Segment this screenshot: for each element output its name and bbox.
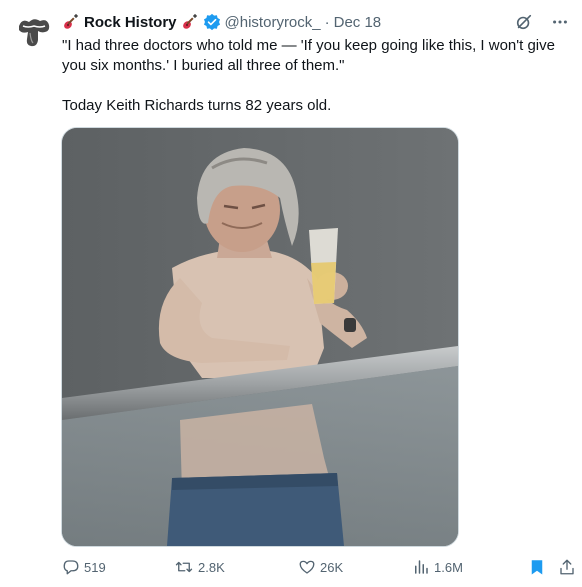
repost-icon bbox=[174, 558, 194, 576]
share-icon bbox=[558, 558, 576, 576]
reply-count: 519 bbox=[84, 559, 106, 575]
avatar[interactable] bbox=[14, 12, 54, 52]
views-icon bbox=[412, 558, 430, 576]
like-button[interactable]: 26K bbox=[298, 558, 343, 576]
author-name[interactable]: Rock History bbox=[84, 14, 177, 31]
bookmark-button[interactable] bbox=[528, 558, 546, 576]
photo-keith-richards bbox=[62, 128, 458, 546]
tweet-text: "I had three doctors who told me — 'If y… bbox=[62, 36, 570, 116]
tweet-header: Rock History @historyrock_ · Dec 18 bbox=[62, 12, 381, 32]
rolling-stones-tongue-logo bbox=[19, 19, 50, 47]
top-right-actions bbox=[514, 12, 570, 32]
tweet[interactable]: Rock History @historyrock_ · Dec 18 "I h… bbox=[0, 0, 582, 587]
tweet-caption: Today Keith Richards turns 82 years old. bbox=[62, 97, 332, 114]
views-button[interactable]: 1.6M bbox=[412, 558, 463, 576]
views-count: 1.6M bbox=[434, 559, 463, 575]
reply-button[interactable]: 519 bbox=[62, 558, 106, 576]
author-handle[interactable]: @historyrock_ bbox=[225, 14, 321, 31]
like-icon bbox=[298, 558, 316, 576]
verified-badge-icon[interactable] bbox=[203, 13, 221, 31]
tweet-actions: 519 2.8K 26K 1.6M bbox=[62, 556, 574, 580]
tweet-photo[interactable] bbox=[61, 127, 459, 547]
repost-button[interactable]: 2.8K bbox=[174, 558, 225, 576]
repost-count: 2.8K bbox=[198, 559, 225, 575]
like-count: 26K bbox=[320, 559, 344, 575]
grok-icon[interactable] bbox=[514, 12, 534, 32]
guitar-icon bbox=[62, 13, 80, 31]
tweet-date[interactable]: Dec 18 bbox=[334, 14, 382, 31]
tweet-quote: "I had three doctors who told me — 'If y… bbox=[62, 37, 555, 74]
separator-dot: · bbox=[324, 13, 330, 31]
more-icon[interactable] bbox=[550, 12, 570, 32]
share-button[interactable] bbox=[558, 558, 576, 576]
bookmark-icon bbox=[528, 558, 546, 576]
guitar-icon bbox=[181, 13, 199, 31]
reply-icon bbox=[62, 558, 80, 576]
